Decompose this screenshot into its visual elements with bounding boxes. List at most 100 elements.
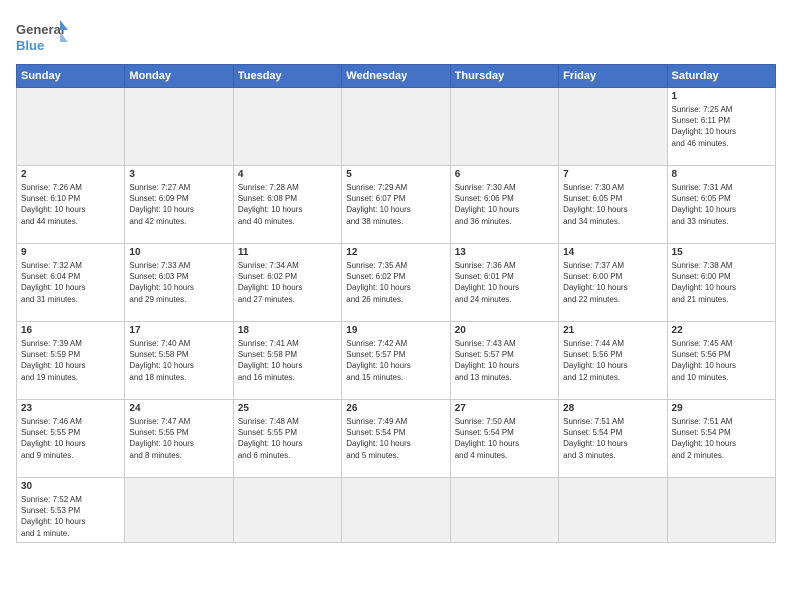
calendar-cell: 17 Sunrise: 7:40 AM Sunset: 5:58 PM Dayli… [125, 322, 233, 400]
svg-text:General: General [16, 22, 64, 37]
day-number: 4 [238, 169, 337, 180]
day-info: Sunrise: 7:45 AM Sunset: 5:56 PM Dayligh… [672, 338, 771, 383]
day-number: 25 [238, 403, 337, 414]
day-header-sunday: Sunday [17, 65, 125, 88]
day-number: 15 [672, 247, 771, 258]
day-number: 14 [563, 247, 662, 258]
calendar-cell [233, 478, 341, 543]
calendar-cell: 9 Sunrise: 7:32 AM Sunset: 6:04 PM Daylig… [17, 244, 125, 322]
day-number: 10 [129, 247, 228, 258]
week-row-3: 16 Sunrise: 7:39 AM Sunset: 5:59 PM Dayli… [17, 322, 776, 400]
calendar-cell [667, 478, 775, 543]
day-info: Sunrise: 7:49 AM Sunset: 5:54 PM Dayligh… [346, 416, 445, 461]
day-info: Sunrise: 7:40 AM Sunset: 5:58 PM Dayligh… [129, 338, 228, 383]
calendar-table: SundayMondayTuesdayWednesdayThursdayFrid… [16, 64, 776, 543]
day-number: 17 [129, 325, 228, 336]
day-info: Sunrise: 7:47 AM Sunset: 5:55 PM Dayligh… [129, 416, 228, 461]
calendar-body: 1 Sunrise: 7:25 AM Sunset: 6:11 PM Daylig… [17, 88, 776, 543]
day-info: Sunrise: 7:44 AM Sunset: 5:56 PM Dayligh… [563, 338, 662, 383]
day-info: Sunrise: 7:32 AM Sunset: 6:04 PM Dayligh… [21, 260, 120, 305]
day-number: 9 [21, 247, 120, 258]
day-info: Sunrise: 7:37 AM Sunset: 6:00 PM Dayligh… [563, 260, 662, 305]
day-info: Sunrise: 7:30 AM Sunset: 6:05 PM Dayligh… [563, 182, 662, 227]
calendar-cell: 27 Sunrise: 7:50 AM Sunset: 5:54 PM Dayli… [450, 400, 558, 478]
day-info: Sunrise: 7:51 AM Sunset: 5:54 PM Dayligh… [563, 416, 662, 461]
week-row-2: 9 Sunrise: 7:32 AM Sunset: 6:04 PM Daylig… [17, 244, 776, 322]
day-number: 30 [21, 481, 120, 492]
day-info: Sunrise: 7:48 AM Sunset: 5:55 PM Dayligh… [238, 416, 337, 461]
day-info: Sunrise: 7:38 AM Sunset: 6:00 PM Dayligh… [672, 260, 771, 305]
day-number: 19 [346, 325, 445, 336]
day-number: 1 [672, 91, 771, 102]
calendar-cell: 12Sunrise: 7:35 AM Sunset: 6:02 PM Dayli… [342, 244, 450, 322]
calendar-cell [559, 478, 667, 543]
day-number: 27 [455, 403, 554, 414]
calendar-cell: 5Sunrise: 7:29 AM Sunset: 6:07 PM Daylig… [342, 166, 450, 244]
day-number: 24 [129, 403, 228, 414]
day-info: Sunrise: 7:39 AM Sunset: 5:59 PM Dayligh… [21, 338, 120, 383]
day-number: 11 [238, 247, 337, 258]
day-info: Sunrise: 7:51 AM Sunset: 5:54 PM Dayligh… [672, 416, 771, 461]
calendar-cell [125, 478, 233, 543]
calendar-cell [125, 88, 233, 166]
day-number: 16 [21, 325, 120, 336]
day-number: 3 [129, 169, 228, 180]
day-number: 12 [346, 247, 445, 258]
day-number: 21 [563, 325, 662, 336]
day-info: Sunrise: 7:43 AM Sunset: 5:57 PM Dayligh… [455, 338, 554, 383]
calendar-cell: 20 Sunrise: 7:43 AM Sunset: 5:57 PM Dayli… [450, 322, 558, 400]
calendar-cell: 23Sunrise: 7:46 AM Sunset: 5:55 PM Dayli… [17, 400, 125, 478]
calendar-cell: 29 Sunrise: 7:51 AM Sunset: 5:54 PM Dayli… [667, 400, 775, 478]
calendar-cell: 6Sunrise: 7:30 AM Sunset: 6:06 PM Daylig… [450, 166, 558, 244]
calendar-cell: 26 Sunrise: 7:49 AM Sunset: 5:54 PM Dayli… [342, 400, 450, 478]
day-number: 13 [455, 247, 554, 258]
calendar-cell: 3 Sunrise: 7:27 AM Sunset: 6:09 PM Daylig… [125, 166, 233, 244]
calendar-cell: 10 Sunrise: 7:33 AM Sunset: 6:03 PM Dayli… [125, 244, 233, 322]
day-number: 28 [563, 403, 662, 414]
day-info: Sunrise: 7:34 AM Sunset: 6:02 PM Dayligh… [238, 260, 337, 305]
calendar-header: SundayMondayTuesdayWednesdayThursdayFrid… [17, 65, 776, 88]
calendar-cell [450, 88, 558, 166]
day-number: 18 [238, 325, 337, 336]
day-header-saturday: Saturday [667, 65, 775, 88]
calendar-cell: 16 Sunrise: 7:39 AM Sunset: 5:59 PM Dayli… [17, 322, 125, 400]
calendar-cell: 19Sunrise: 7:42 AM Sunset: 5:57 PM Dayli… [342, 322, 450, 400]
calendar-cell: 4Sunrise: 7:28 AM Sunset: 6:08 PM Daylig… [233, 166, 341, 244]
day-header-friday: Friday [559, 65, 667, 88]
day-number: 20 [455, 325, 554, 336]
day-number: 2 [21, 169, 120, 180]
day-info: Sunrise: 7:36 AM Sunset: 6:01 PM Dayligh… [455, 260, 554, 305]
day-info: Sunrise: 7:27 AM Sunset: 6:09 PM Dayligh… [129, 182, 228, 227]
day-info: Sunrise: 7:33 AM Sunset: 6:03 PM Dayligh… [129, 260, 228, 305]
week-row-0: 1 Sunrise: 7:25 AM Sunset: 6:11 PM Daylig… [17, 88, 776, 166]
day-number: 26 [346, 403, 445, 414]
calendar-cell: 18Sunrise: 7:41 AM Sunset: 5:58 PM Dayli… [233, 322, 341, 400]
calendar-cell: 30Sunrise: 7:52 AM Sunset: 5:53 PM Dayli… [17, 478, 125, 543]
day-info: Sunrise: 7:26 AM Sunset: 6:10 PM Dayligh… [21, 182, 120, 227]
day-number: 6 [455, 169, 554, 180]
day-header-wednesday: Wednesday [342, 65, 450, 88]
week-row-1: 2 Sunrise: 7:26 AM Sunset: 6:10 PM Daylig… [17, 166, 776, 244]
week-row-4: 23Sunrise: 7:46 AM Sunset: 5:55 PM Dayli… [17, 400, 776, 478]
day-header-thursday: Thursday [450, 65, 558, 88]
calendar-cell: 24 Sunrise: 7:47 AM Sunset: 5:55 PM Dayli… [125, 400, 233, 478]
day-number: 29 [672, 403, 771, 414]
calendar-cell: 14 Sunrise: 7:37 AM Sunset: 6:00 PM Dayli… [559, 244, 667, 322]
calendar-cell: 21 Sunrise: 7:44 AM Sunset: 5:56 PM Dayli… [559, 322, 667, 400]
day-info: Sunrise: 7:50 AM Sunset: 5:54 PM Dayligh… [455, 416, 554, 461]
days-of-week-row: SundayMondayTuesdayWednesdayThursdayFrid… [17, 65, 776, 88]
day-number: 8 [672, 169, 771, 180]
logo: General Blue [16, 16, 68, 56]
logo-svg: General Blue [16, 16, 68, 56]
calendar-cell: 13 Sunrise: 7:36 AM Sunset: 6:01 PM Dayli… [450, 244, 558, 322]
calendar-cell: 11 Sunrise: 7:34 AM Sunset: 6:02 PM Dayli… [233, 244, 341, 322]
calendar-cell: 1 Sunrise: 7:25 AM Sunset: 6:11 PM Daylig… [667, 88, 775, 166]
calendar-cell: 22Sunrise: 7:45 AM Sunset: 5:56 PM Dayli… [667, 322, 775, 400]
calendar-cell [342, 478, 450, 543]
day-info: Sunrise: 7:46 AM Sunset: 5:55 PM Dayligh… [21, 416, 120, 461]
calendar-cell [559, 88, 667, 166]
calendar-cell: 15 Sunrise: 7:38 AM Sunset: 6:00 PM Dayli… [667, 244, 775, 322]
page: General Blue SundayMondayTuesdayWednesda… [0, 0, 792, 612]
day-info: Sunrise: 7:25 AM Sunset: 6:11 PM Dayligh… [672, 104, 771, 149]
calendar-cell: 8Sunrise: 7:31 AM Sunset: 6:05 PM Daylig… [667, 166, 775, 244]
